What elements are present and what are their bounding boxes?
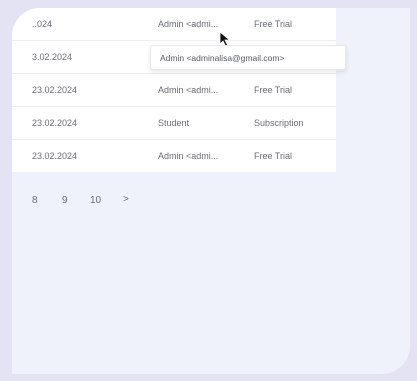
role-cell[interactable]: Admin <admi... bbox=[158, 74, 218, 106]
plan-cell: Free Trial bbox=[254, 85, 293, 95]
role-cell[interactable]: Admin <admi... bbox=[158, 8, 218, 40]
page-8-button[interactable]: 8 bbox=[32, 195, 38, 206]
plan-cell: Free Trial bbox=[254, 19, 293, 29]
plan-cell: Free Trial bbox=[254, 151, 293, 161]
users-table: ..024 Admin <admi... Free Trial 3.02.202… bbox=[12, 8, 336, 172]
role-cell[interactable]: Admin <admi... bbox=[158, 140, 218, 172]
page-10-button[interactable]: 10 bbox=[90, 195, 101, 206]
table-row[interactable]: 23.02.2024 Student Subscription bbox=[12, 107, 336, 140]
role-cell[interactable]: Student bbox=[158, 107, 189, 139]
date-cell: 23.02.2024 bbox=[32, 151, 78, 161]
next-page-chevron-icon[interactable]: > bbox=[123, 194, 129, 205]
table-row[interactable]: 23.02.2024 Admin <admi... Free Trial bbox=[12, 74, 336, 107]
email-tooltip: Admin <adminalisa@gmail.com> bbox=[150, 45, 346, 70]
date-cell: ..024 bbox=[32, 19, 53, 29]
plan-cell: Subscription bbox=[254, 118, 304, 128]
page-9-button[interactable]: 9 bbox=[62, 195, 68, 206]
content-panel: ..024 Admin <admi... Free Trial 3.02.202… bbox=[12, 8, 410, 374]
table-row[interactable]: 23.02.2024 Admin <admi... Free Trial bbox=[12, 140, 336, 172]
date-cell: 23.02.2024 bbox=[32, 118, 78, 128]
date-cell: 3.02.2024 bbox=[32, 52, 73, 62]
date-cell: 23.02.2024 bbox=[32, 85, 78, 95]
mouse-cursor-icon bbox=[219, 31, 231, 47]
table-row[interactable]: ..024 Admin <admi... Free Trial bbox=[12, 8, 336, 41]
